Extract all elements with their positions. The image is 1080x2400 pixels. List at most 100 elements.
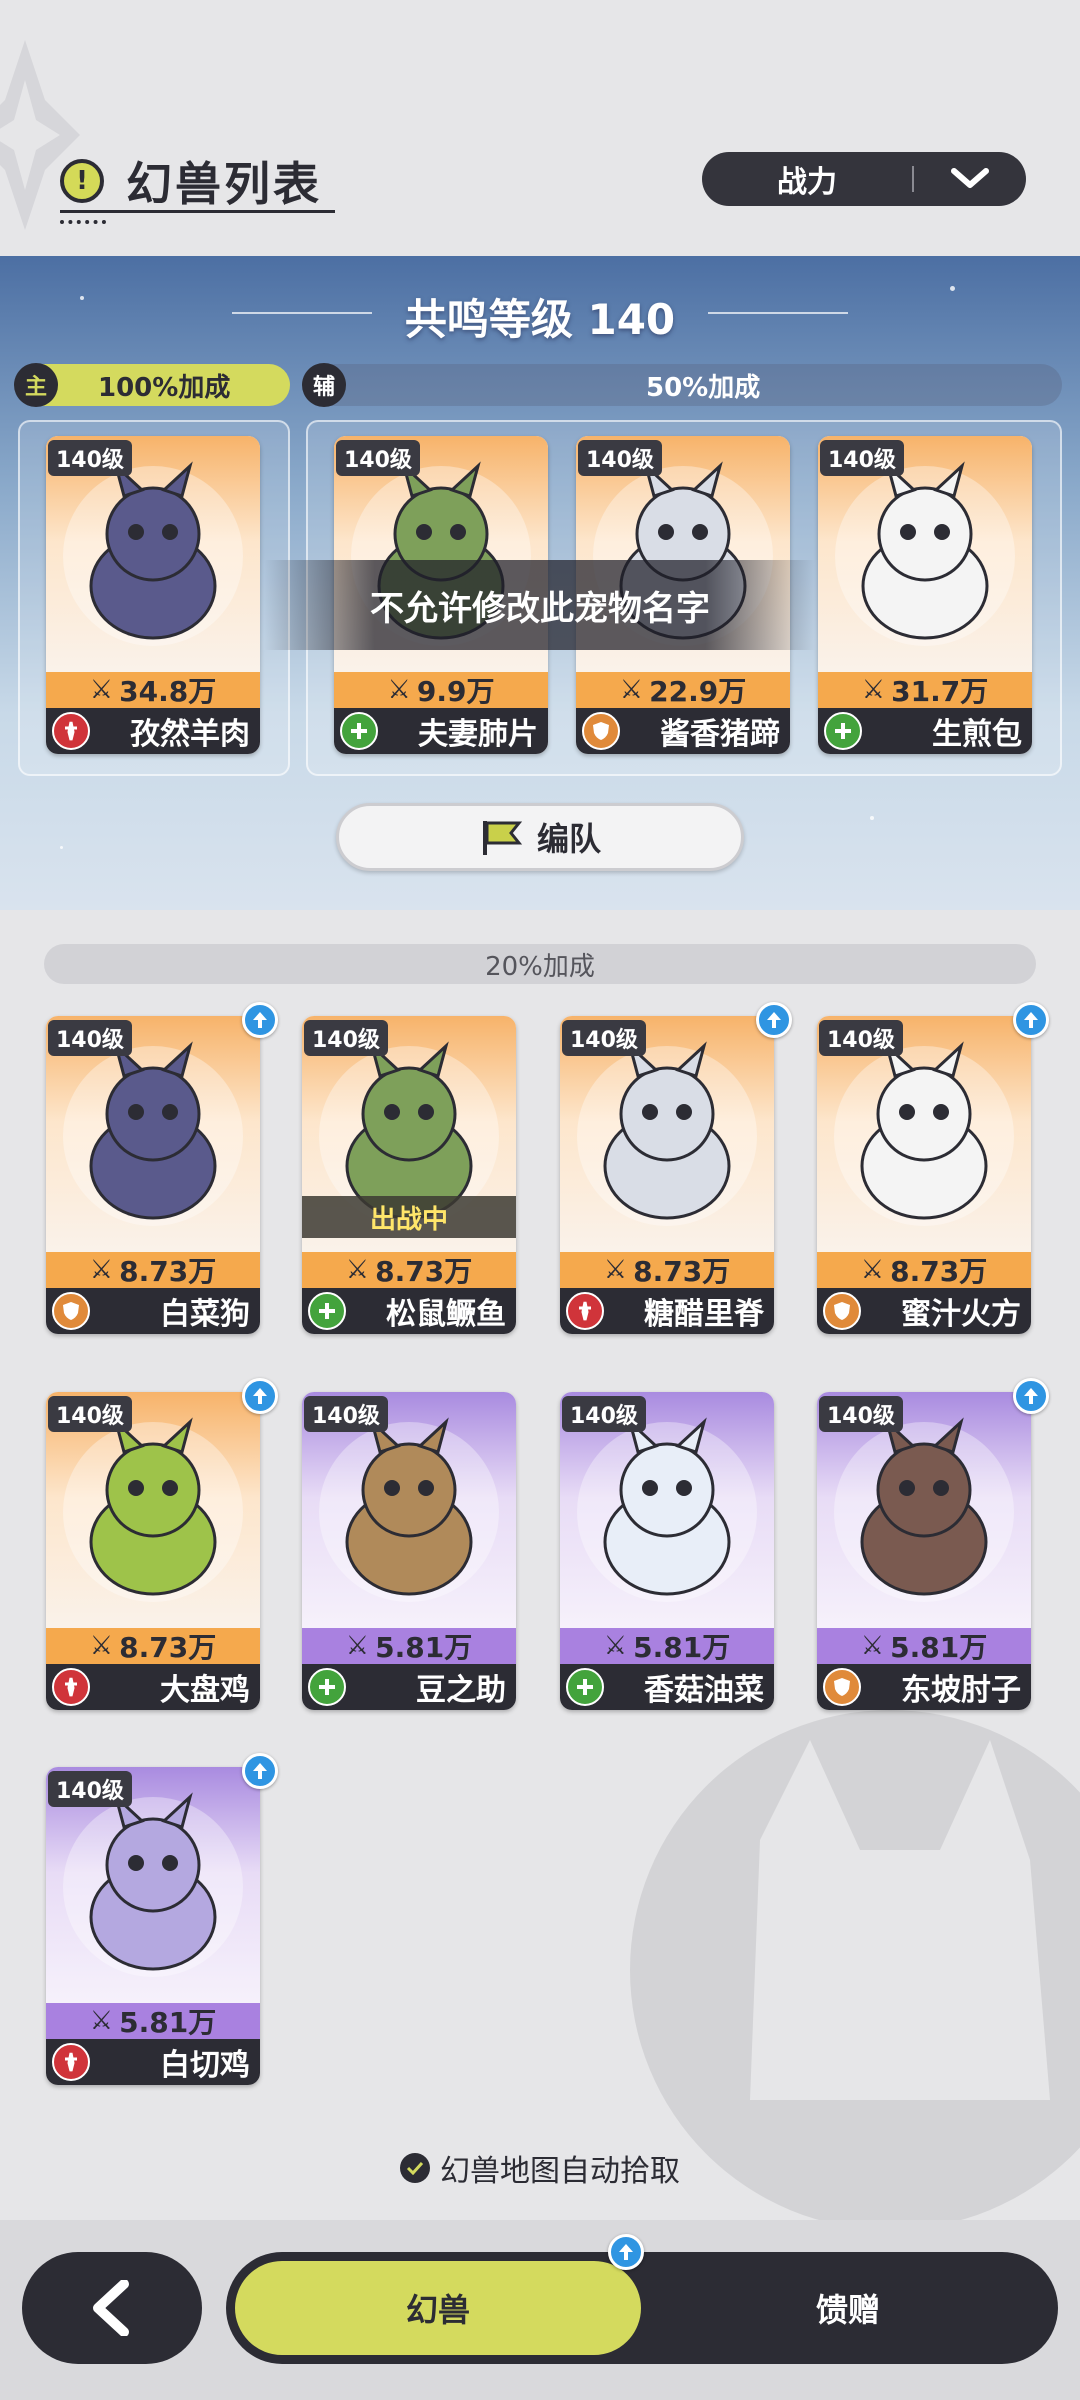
main-tag: 主 [14,363,58,407]
power-value: 5.81万 [119,2006,217,2039]
crossed-swords-icon: ⚔ [89,2006,114,2036]
level-badge: 140级 [48,440,132,476]
power-bar: ⚔ 5.81万 [302,1628,516,1664]
power-bar: ⚔ 5.81万 [46,2003,260,2039]
sword-role-icon [52,712,90,750]
plus-role-icon [308,1668,346,1706]
team-card[interactable]: 140级 ⚔ 34.8万 孜然羊肉 [46,436,260,754]
pet-name: 夫妻肺片 [418,717,538,752]
page-title: 幻兽列表 [126,157,322,211]
pet-name: 白菜狗 [160,1297,250,1332]
power-bar: ⚔ 8.73万 [817,1252,1031,1288]
pet-name: 松鼠鳜鱼 [386,1297,506,1332]
tab-pets[interactable]: 幻兽 [232,2258,644,2358]
level-badge: 140级 [48,1396,132,1432]
power-bar: ⚔ 31.7万 [818,672,1032,708]
upgrade-arrow-icon[interactable] [1013,1002,1049,1038]
power-value: 5.81万 [375,1631,473,1664]
shield-role-icon [823,1668,861,1706]
pet-card[interactable]: 140级 ⚔ 5.81万 东坡肘子 [817,1392,1031,1710]
pet-name: 蜜汁火方 [901,1297,1021,1332]
power-bar: ⚔ 9.9万 [334,672,548,708]
power-bar: ⚔ 5.81万 [817,1628,1031,1664]
info-icon[interactable]: ! [60,159,104,203]
pet-card[interactable]: 140级 ⚔ 8.73万大盘鸡 [46,1392,260,1710]
level-badge: 140级 [562,1020,646,1056]
pet-card[interactable]: 140级 ⚔ 5.81万 豆之助 [302,1392,516,1710]
pet-card[interactable]: 140级 ⚔ 8.73万 蜜汁火方 [817,1016,1031,1334]
deployed-status: 出战中 [302,1196,516,1238]
crossed-swords-icon: ⚔ [603,1631,628,1661]
plus-role-icon [340,712,378,750]
power-bar: ⚔ 8.73万 [560,1252,774,1288]
power-bar: ⚔ 8.73万 [302,1252,516,1288]
crossed-swords-icon: ⚔ [860,1255,885,1285]
pet-name: 大盘鸡 [160,1673,250,1708]
team-formation-button[interactable]: 编队 [336,803,744,871]
upgrade-arrow-icon[interactable] [242,1002,278,1038]
power-bar: ⚔ 8.73万 [46,1252,260,1288]
name-bar: 夫妻肺片 [334,708,548,754]
pet-name: 豆之助 [416,1673,506,1708]
power-value: 22.9万 [649,675,747,708]
tab-bar: 幻兽 馈赠 [226,2234,1058,2364]
crossed-swords-icon: ⚔ [619,675,644,705]
flag-icon [482,821,523,855]
crossed-swords-icon: ⚔ [861,675,886,705]
sort-dropdown[interactable]: 战力 [702,152,1026,206]
name-bar: 糖醋里脊 [560,1288,774,1334]
pet-card[interactable]: 140级 ⚔ 5.81万 香菇油菜 [560,1392,774,1710]
upgrade-arrow-icon[interactable] [242,1378,278,1414]
sub-bonus-bar: 辅 50%加成 [302,363,1062,407]
title-dots [60,220,106,224]
sort-label: 战力 [777,165,837,200]
upgrade-arrow-icon[interactable] [1013,1378,1049,1414]
auto-pickup-label: 幻兽地图自动拾取 [440,2154,680,2189]
pet-name: 生煎包 [932,717,1022,752]
power-value: 8.73万 [633,1255,731,1288]
level-badge: 140级 [304,1020,388,1056]
power-value: 31.7万 [891,675,989,708]
shield-role-icon [52,1292,90,1330]
pet-name: 白切鸡 [160,2048,250,2083]
header: ! 幻兽列表 战力 [0,0,1080,255]
name-bar: 酱香猪蹄 [576,708,790,754]
list-bonus-bar: 20%加成 [44,944,1036,984]
power-value: 8.73万 [890,1255,988,1288]
name-bar: 孜然羊肉 [46,708,260,754]
tab-gift[interactable]: 馈赠 [644,2258,1052,2358]
title-group: ! 幻兽列表 [60,148,322,214]
crossed-swords-icon: ⚔ [89,1631,114,1661]
back-button[interactable] [22,2252,202,2364]
upgrade-arrow-icon[interactable] [756,1002,792,1038]
crossed-swords-icon: ⚔ [387,675,411,705]
pet-card[interactable]: 140级 ⚔ 8.73万 白菜狗 [46,1016,260,1334]
main-bonus-bar: 主 100%加成 [14,363,290,407]
title-underline [60,210,335,213]
auto-pickup-toggle[interactable]: 幻兽地图自动拾取 [0,2146,1080,2190]
pet-card[interactable]: 140级 ⚔ 8.73万 糖醋里脊 [560,1016,774,1334]
pet-card[interactable]: 140级出战中 ⚔ 8.73万松鼠鳜鱼 [302,1016,516,1334]
name-bar: 香菇油菜 [560,1664,774,1710]
name-bar: 大盘鸡 [46,1664,260,1710]
pet-name: 东坡肘子 [901,1673,1021,1708]
toast-message: 不允许修改此宠物名字 [264,560,816,650]
team-card[interactable]: 140级 ⚔ 31.7万 生煎包 [818,436,1032,754]
sword-role-icon [52,2043,90,2081]
upgrade-arrow-icon [608,2234,644,2270]
power-value: 5.81万 [633,1631,731,1664]
shield-role-icon [823,1292,861,1330]
level-badge: 140级 [578,440,662,476]
level-badge: 140级 [562,1396,646,1432]
main-bonus-text: 100%加成 [98,372,231,403]
sub-tag: 辅 [302,363,346,407]
chevron-down-icon [914,167,1026,191]
power-bar: ⚔ 8.73万 [46,1628,260,1664]
crossed-swords-icon: ⚔ [345,1631,370,1661]
crossed-swords-icon: ⚔ [89,1255,114,1285]
upgrade-arrow-icon[interactable] [242,1753,278,1789]
power-bar: ⚔ 22.9万 [576,672,790,708]
name-bar: 东坡肘子 [817,1664,1031,1710]
sword-role-icon [52,1668,90,1706]
pet-card[interactable]: 140级 ⚔ 5.81万 白切鸡 [46,1767,260,2085]
